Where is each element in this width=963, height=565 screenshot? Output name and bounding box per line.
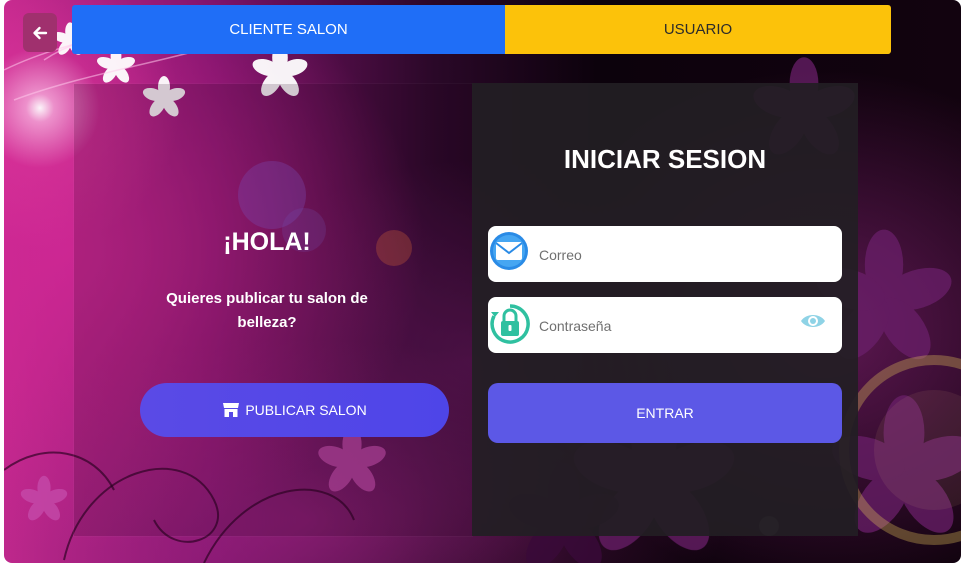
tab-usuario-label: USUARIO (663, 21, 733, 38)
login-submit-button[interactable]: ENTRAR (488, 383, 842, 443)
envelope-icon (490, 232, 528, 270)
tab-cliente-salon-label: CLIENTE SALON (229, 21, 348, 38)
login-panel: INICIAR SESION ENTRAR (472, 83, 858, 536)
eye-icon[interactable] (800, 311, 826, 331)
greeting-heading: ¡HOLA! (223, 228, 311, 256)
promo-message: Quieres publicar tu salon de belleza? (166, 290, 368, 331)
store-icon (223, 403, 240, 417)
password-field (488, 297, 842, 353)
tab-usuario[interactable]: USUARIO (505, 5, 891, 54)
login-submit-label: ENTRAR (636, 405, 694, 421)
email-input[interactable] (537, 242, 791, 268)
email-field (488, 226, 842, 282)
login-title: INICIAR SESION (563, 144, 767, 174)
tab-cliente-salon[interactable]: CLIENTE SALON (72, 5, 505, 54)
back-button[interactable] (23, 13, 57, 52)
publish-salon-button[interactable]: PUBLICAR SALON (140, 383, 449, 437)
publish-salon-label: PUBLICAR SALON (245, 402, 367, 418)
padlock-icon (490, 304, 530, 344)
password-input[interactable] (537, 313, 791, 339)
arrow-left-icon (33, 26, 48, 39)
role-tabs: CLIENTE SALON USUARIO (72, 5, 891, 54)
